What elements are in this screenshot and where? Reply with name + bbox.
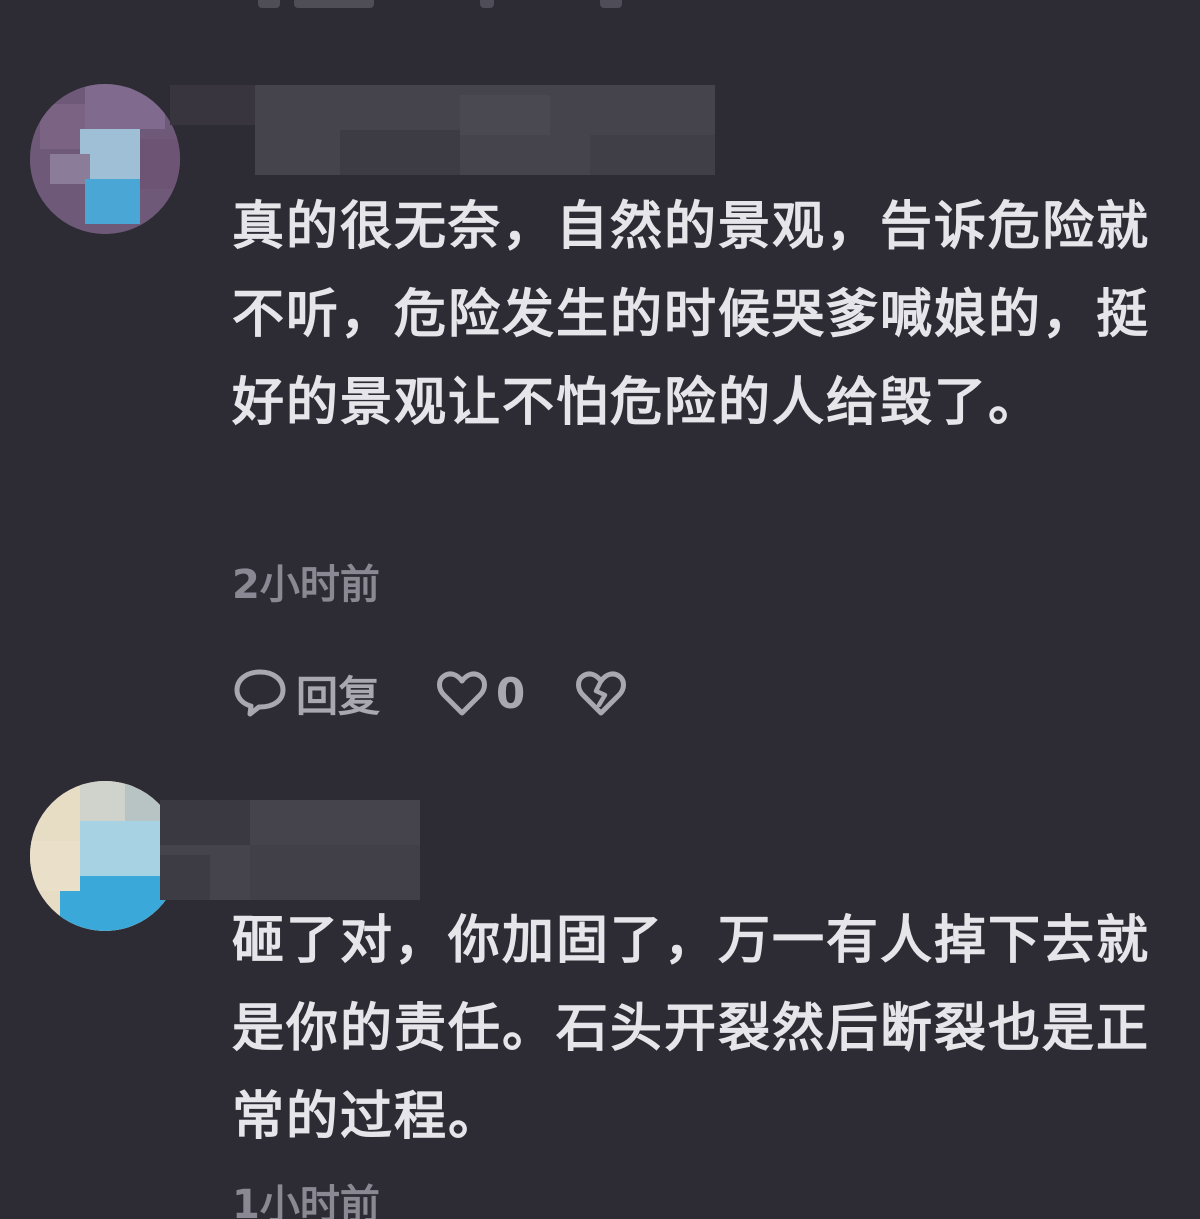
reply-label: 回复	[296, 671, 381, 721]
previous-comment-actions-remnant	[230, 0, 650, 8]
comment-list: 真的很无奈，自然的景观，告诉危险就不听，危险发生的时候哭爹喊娘的，挺好的景观让不…	[0, 0, 1200, 1219]
comment-timestamp: 2小时前	[232, 562, 380, 608]
broken-heart-icon	[576, 671, 627, 716]
comment-text: 砸了对，你加固了，万一有人掉下去就是你的责任。石头开裂然后断裂也是正常的过程。	[232, 911, 1151, 1147]
comment-actions: 回复 0	[232, 665, 627, 721]
comment-bubble-icon	[234, 669, 286, 717]
avatar[interactable]	[30, 781, 180, 931]
dislike-button[interactable]	[575, 669, 627, 717]
avatar[interactable]	[30, 84, 180, 234]
like-count: 0	[496, 668, 526, 718]
username[interactable]	[160, 800, 430, 900]
reply-button[interactable]: 回复	[232, 663, 380, 724]
comment-item: 砸了对，你加固了，万一有人掉下去就是你的责任。石头开裂然后断裂也是正常的过程。 …	[0, 770, 1200, 1219]
heart-icon	[437, 671, 488, 716]
comment-text: 真的很无奈，自然的景观，告诉危险就不听，危险发生的时候哭爹喊娘的，挺好的景观让不…	[232, 197, 1151, 433]
like-button[interactable]: 0	[436, 669, 525, 718]
username[interactable]	[160, 85, 720, 175]
comment-timestamp: 1小时前	[232, 1182, 380, 1219]
comment-item: 真的很无奈，自然的景观，告诉危险就不听，危险发生的时候哭爹喊娘的，挺好的景观让不…	[0, 40, 1200, 740]
